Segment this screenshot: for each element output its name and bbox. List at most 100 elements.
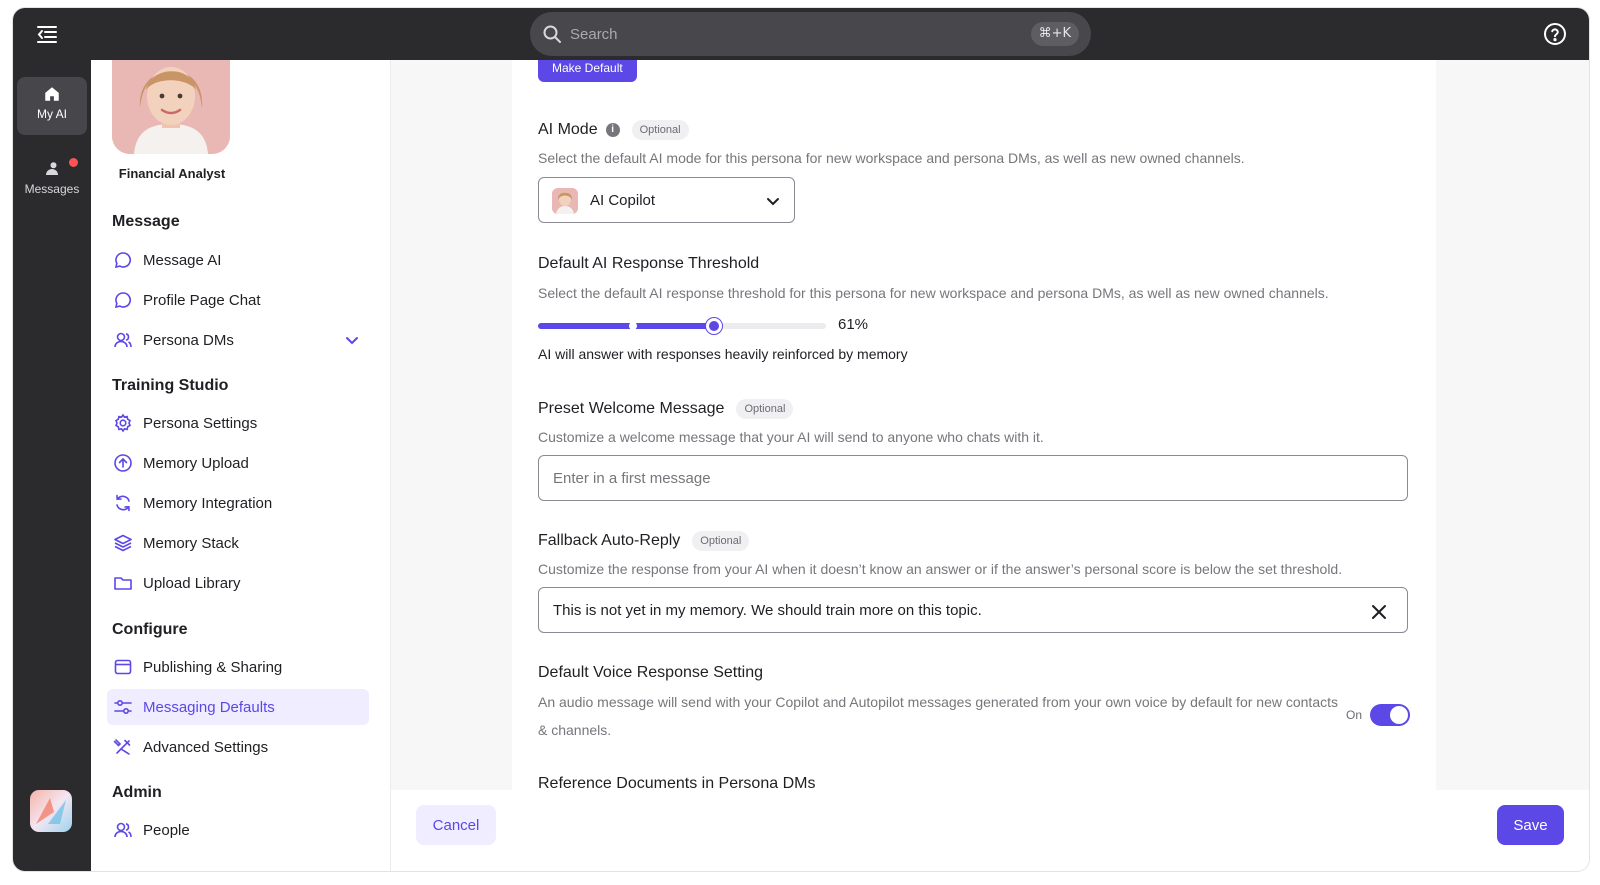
main-content: Make Default AI Mode i Optional Select t… xyxy=(391,60,1589,871)
sidebar-item-upload-library[interactable]: Upload Library xyxy=(107,565,369,601)
optional-badge: Optional xyxy=(692,531,750,551)
sidebar-item-label: Memory Stack xyxy=(143,534,239,552)
persona-name: Financial Analyst xyxy=(118,166,226,181)
voice-label: Default Voice Response Setting xyxy=(538,664,764,681)
search-shortcut-badge: ⌘+K xyxy=(1030,22,1079,46)
app-rail: My AI Messages xyxy=(13,60,91,871)
layers-icon xyxy=(114,534,132,552)
settings-card: Make Default AI Mode i Optional Select t… xyxy=(512,60,1436,790)
save-button[interactable]: Save xyxy=(1497,805,1564,845)
top-bar: ⌘+K xyxy=(13,8,1589,60)
home-icon xyxy=(45,87,59,101)
fallback-reply-input[interactable] xyxy=(538,587,1408,633)
section-title-message: Message xyxy=(112,213,180,230)
chat-bubble-icon xyxy=(114,252,132,269)
welcome-label-row: Preset Welcome Message Optional xyxy=(538,399,794,419)
sidebar-item-label: Upload Library xyxy=(143,574,241,592)
make-default-button[interactable]: Make Default xyxy=(538,60,637,82)
sync-icon xyxy=(116,494,130,512)
sidebar-item-label: Profile Page Chat xyxy=(143,291,261,309)
rail-item-messages[interactable]: Messages xyxy=(17,152,87,210)
fallback-description: Customize the response from your AI when… xyxy=(538,561,1343,577)
rail-item-label: Messages xyxy=(24,182,80,196)
section-title-admin: Admin xyxy=(112,784,162,801)
chevron-down-icon[interactable] xyxy=(343,331,361,349)
folder-icon xyxy=(114,577,132,590)
chat-bubble-icon xyxy=(114,292,132,309)
welcome-label: Preset Welcome Message xyxy=(538,400,725,417)
slider-marker xyxy=(629,322,638,330)
search-input[interactable] xyxy=(570,12,990,56)
threshold-label: Default AI Response Threshold xyxy=(538,255,760,272)
sidebar-item-message-ai[interactable]: Message AI xyxy=(107,242,369,278)
sidebar-item-profile-page-chat[interactable]: Profile Page Chat xyxy=(107,282,369,318)
gear-icon xyxy=(114,413,132,433)
threshold-label-row: Default AI Response Threshold xyxy=(538,255,759,273)
app-logo[interactable] xyxy=(30,790,72,832)
messages-icon xyxy=(46,162,58,175)
toggle-knob xyxy=(1390,706,1408,724)
voice-toggle-label: On xyxy=(1346,708,1363,722)
ai-mode-description: Select the default AI mode for this pers… xyxy=(538,150,1245,166)
ai-mode-select[interactable]: AI Copilot xyxy=(538,177,795,223)
sidebar-item-people[interactable]: People xyxy=(107,812,369,848)
ai-mode-selected-value: AI Copilot xyxy=(590,192,656,209)
persona-avatar xyxy=(112,60,230,154)
sliders-icon xyxy=(114,699,132,715)
ai-mode-label-row: AI Mode i Optional xyxy=(538,120,689,140)
threshold-value: 61% xyxy=(838,316,869,333)
help-icon[interactable] xyxy=(1543,22,1567,46)
search-bar[interactable]: ⌘+K xyxy=(530,12,1091,56)
optional-badge: Optional xyxy=(736,399,794,419)
user-icon xyxy=(114,822,132,838)
voice-label-row: Default Voice Response Setting xyxy=(538,664,763,682)
sidebar-item-publishing-sharing[interactable]: Publishing & Sharing xyxy=(107,649,369,685)
sidebar-item-label: Memory Integration xyxy=(143,494,273,512)
ai-mode-label: AI Mode xyxy=(538,121,598,138)
sidebar-item-persona-settings[interactable]: Persona Settings xyxy=(107,405,369,441)
footer-bar: Cancel Save xyxy=(391,790,1589,871)
threshold-slider[interactable] xyxy=(538,318,826,334)
threshold-helper-text: AI will answer with responses heavily re… xyxy=(538,346,908,362)
sidebar-item-label: Messaging Defaults xyxy=(143,698,275,716)
fallback-label-row: Fallback Auto-Reply Optional xyxy=(538,531,750,551)
sidebar-item-persona-dms[interactable]: Persona DMs xyxy=(107,322,369,358)
reference-docs-label-row: Reference Documents in Persona DMs xyxy=(538,775,815,790)
reference-docs-label: Reference Documents in Persona DMs xyxy=(538,775,816,790)
sidebar-item-advanced-settings[interactable]: Advanced Settings xyxy=(107,729,369,765)
sidebar: Financial Analyst Message Message AI Pro… xyxy=(91,60,391,871)
sidebar-item-memory-integration[interactable]: Memory Integration xyxy=(107,485,369,521)
info-icon[interactable]: i xyxy=(605,123,620,137)
welcome-message-input[interactable] xyxy=(538,455,1408,501)
voice-description: An audio message will send with your Cop… xyxy=(538,694,1338,738)
section-title-configure: Configure xyxy=(112,621,188,638)
app-window: ⌘+K My AI Messages xyxy=(13,8,1589,871)
sidebar-item-memory-upload[interactable]: Memory Upload xyxy=(107,445,369,481)
users-icon xyxy=(114,332,132,348)
persona-mini-avatar xyxy=(552,188,578,214)
sidebar-item-memory-stack[interactable]: Memory Stack xyxy=(107,525,369,561)
sidebar-item-label: Advanced Settings xyxy=(143,738,269,756)
threshold-description: Select the default AI response threshold… xyxy=(538,285,1329,301)
welcome-description: Customize a welcome message that your AI… xyxy=(538,429,1044,445)
notification-dot xyxy=(69,158,78,167)
sidebar-item-label: Message AI xyxy=(143,251,222,269)
window-icon xyxy=(114,659,132,675)
fallback-label: Fallback Auto-Reply xyxy=(538,532,681,549)
sidebar-item-label: Persona DMs xyxy=(143,331,234,349)
rail-item-label: My AI xyxy=(36,107,67,121)
cancel-button[interactable]: Cancel xyxy=(416,805,496,845)
search-icon xyxy=(543,25,561,43)
sidebar-item-label: People xyxy=(143,821,190,839)
tools-icon xyxy=(113,739,131,755)
slider-fill xyxy=(538,323,714,329)
sidebar-item-messaging-defaults[interactable]: Messaging Defaults xyxy=(107,689,369,725)
voice-toggle[interactable] xyxy=(1370,704,1410,726)
slider-thumb[interactable] xyxy=(705,318,722,334)
chevron-down-icon xyxy=(767,198,779,206)
collapse-menu-icon[interactable] xyxy=(35,22,59,46)
optional-badge: Optional xyxy=(631,120,689,140)
section-title-training-studio: Training Studio xyxy=(112,377,229,394)
rail-item-my-ai[interactable]: My AI xyxy=(17,77,87,135)
close-icon[interactable] xyxy=(1369,602,1389,622)
